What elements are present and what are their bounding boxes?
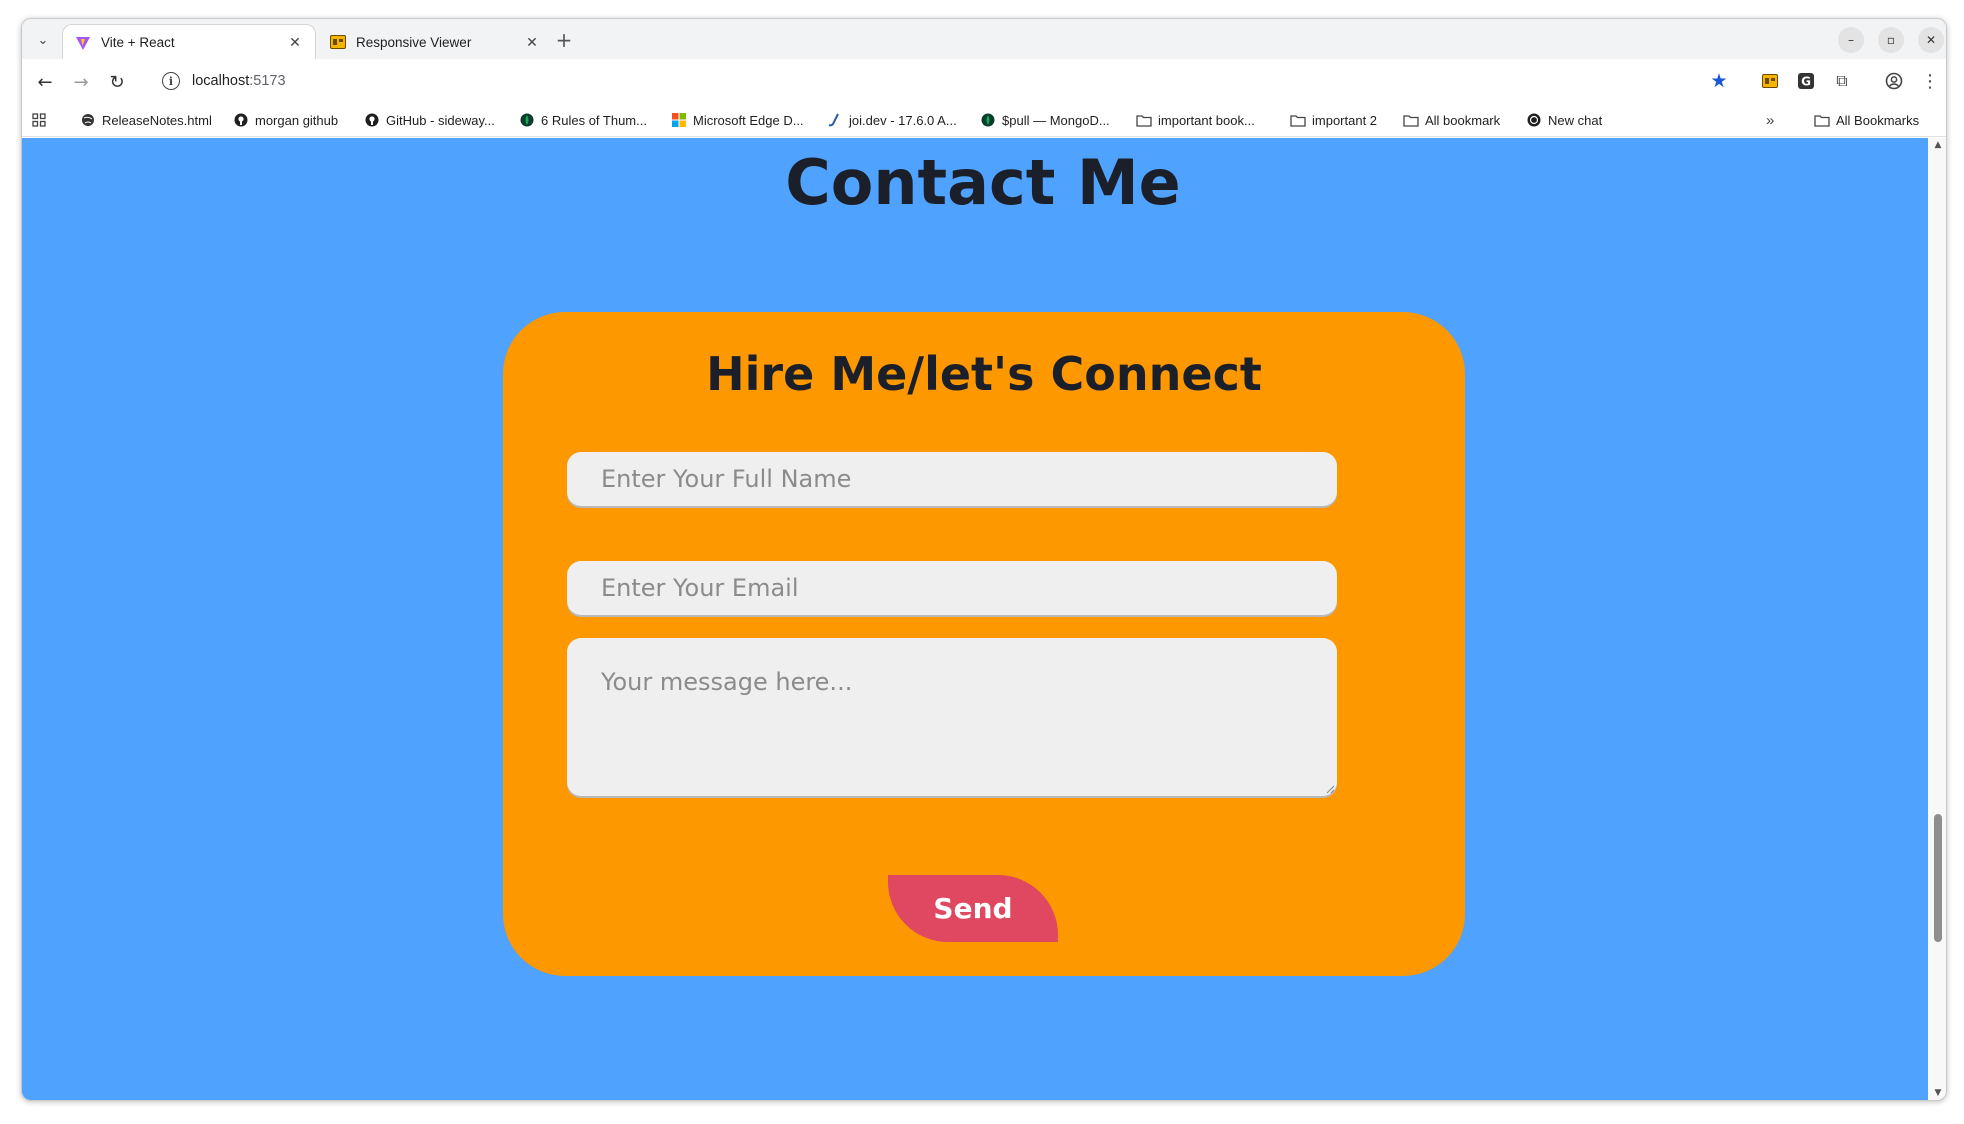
tab-close-icon[interactable]: ✕ <box>287 34 303 51</box>
toolbar: ← → ↻ i localhost:5173 ★ G ⧉ ⋮ <box>22 59 1946 103</box>
more-bookmarks-chevron-icon[interactable]: » <box>1766 110 1774 130</box>
bookmark-folder-important-2[interactable]: important 2 <box>1290 110 1377 130</box>
vite-logo-icon <box>75 35 91 51</box>
folder-icon <box>1136 112 1152 128</box>
tab-responsive-viewer[interactable]: Responsive Viewer ✕ <box>318 24 552 60</box>
menu-kebab-icon[interactable]: ⋮ <box>1918 69 1942 93</box>
folder-icon <box>1814 112 1830 128</box>
email-placeholder: Enter Your Email <box>601 574 799 602</box>
bookmark-label: joi.dev - 17.6.0 A... <box>849 112 957 128</box>
tab-search-chevron-icon[interactable]: ⌄ <box>32 29 54 51</box>
full-name-placeholder: Enter Your Full Name <box>601 465 852 493</box>
message-textarea[interactable]: Your message here... <box>567 638 1337 796</box>
reload-icon[interactable]: ↻ <box>104 69 130 95</box>
address-bar[interactable]: i localhost:5173 <box>148 64 1748 98</box>
bookmark-pull-mongodb[interactable]: $pull — MongoD... <box>980 110 1110 130</box>
folder-icon <box>1403 112 1419 128</box>
contact-card: Hire Me/let's Connect Enter Your Full Na… <box>503 312 1465 976</box>
bookmark-morgan-github[interactable]: morgan github <box>233 110 338 130</box>
joi-icon <box>827 112 843 128</box>
back-arrow-icon[interactable]: ← <box>32 69 58 95</box>
responsive-viewer-icon <box>330 34 346 50</box>
mongodb-leaf-icon <box>980 112 996 128</box>
github-icon <box>364 112 380 128</box>
message-placeholder: Your message here... <box>601 668 853 696</box>
page-title: Contact Me <box>785 146 1181 219</box>
tab-title: Vite + React <box>101 35 175 50</box>
bookmark-label: important 2 <box>1312 112 1378 128</box>
browser-window: ⌄ Vite + React ✕ Responsive Viewer ✕ + –… <box>21 18 1947 1101</box>
tab-strip: ⌄ Vite + React ✕ Responsive Viewer ✕ + –… <box>22 19 1946 60</box>
bookmark-star-icon[interactable]: ★ <box>1707 69 1731 93</box>
site-info-icon[interactable]: i <box>162 72 180 90</box>
tab-close-icon[interactable]: ✕ <box>524 34 540 50</box>
responsive-viewer-extension-icon[interactable] <box>1758 69 1782 93</box>
url-port: :5173 <box>249 73 286 89</box>
bookmark-folder-all-bookmark[interactable]: All bookmark <box>1403 110 1500 130</box>
scrollbar-thumb[interactable] <box>1934 814 1942 942</box>
github-icon <box>233 112 249 128</box>
bookmark-label: $pull — MongoD... <box>1002 112 1110 128</box>
folder-icon <box>1290 112 1306 128</box>
email-input[interactable]: Enter Your Email <box>567 561 1337 615</box>
close-window-icon[interactable]: ✕ <box>1918 27 1944 53</box>
full-name-input[interactable]: Enter Your Full Name <box>567 452 1337 506</box>
card-title: Hire Me/let's Connect <box>706 347 1262 401</box>
bookmark-label: All bookmark <box>1425 112 1501 128</box>
page-viewport: Contact Me Hire Me/let's Connect Enter Y… <box>22 138 1928 1100</box>
new-tab-plus-icon[interactable]: + <box>552 28 576 52</box>
vertical-scrollbar[interactable]: ▲ ▼ <box>1928 138 1946 1100</box>
microsoft-icon <box>671 112 687 128</box>
minimize-icon[interactable]: – <box>1838 27 1864 53</box>
bookmark-label: important book... <box>1158 112 1255 128</box>
all-bookmarks-folder[interactable]: All Bookmarks <box>1814 110 1919 130</box>
bookmark-label: ReleaseNotes.html <box>102 112 212 128</box>
scroll-down-arrow-icon[interactable]: ▼ <box>1933 1088 1943 1098</box>
tab-title: Responsive Viewer <box>356 34 472 50</box>
bookmark-joi-dev[interactable]: joi.dev - 17.6.0 A... <box>827 110 957 130</box>
send-button[interactable]: Send <box>888 875 1058 942</box>
globe-icon <box>80 112 96 128</box>
maximize-icon[interactable]: ▫ <box>1878 27 1904 53</box>
bookmark-label: GitHub - sideway... <box>386 112 495 128</box>
grammarly-extension-icon[interactable]: G <box>1794 69 1818 93</box>
bookmark-release-notes[interactable]: ReleaseNotes.html <box>80 110 212 130</box>
svg-text:G: G <box>1801 75 1811 89</box>
bookmark-folder-important-book[interactable]: important book... <box>1136 110 1255 130</box>
bookmark-new-chat[interactable]: New chat <box>1526 110 1602 130</box>
bookmark-label: 6 Rules of Thum... <box>541 112 647 128</box>
profile-avatar-icon[interactable] <box>1882 69 1906 93</box>
bookmarks-bar: ReleaseNotes.html morgan github GitHub -… <box>22 103 1946 137</box>
tab-vite-react[interactable]: Vite + React ✕ <box>62 24 316 60</box>
resize-handle-icon[interactable] <box>1325 784 1335 794</box>
bookmark-github-sideway[interactable]: GitHub - sideway... <box>364 110 495 130</box>
bookmark-label: All Bookmarks <box>1836 112 1920 128</box>
bookmark-microsoft-edge[interactable]: Microsoft Edge D... <box>671 110 804 130</box>
scroll-up-arrow-icon[interactable]: ▲ <box>1933 140 1943 150</box>
extensions-puzzle-icon[interactable]: ⧉ <box>1830 69 1854 93</box>
bookmark-6-rules[interactable]: 6 Rules of Thum... <box>519 110 647 130</box>
forward-arrow-icon[interactable]: → <box>68 69 94 95</box>
openai-icon <box>1526 112 1542 128</box>
url-host: localhost <box>192 73 250 89</box>
mongodb-leaf-icon <box>519 112 535 128</box>
apps-grid-icon[interactable] <box>32 110 46 130</box>
bookmark-label: morgan github <box>255 112 339 128</box>
bookmark-label: New chat <box>1548 112 1603 128</box>
bookmark-label: Microsoft Edge D... <box>693 112 804 128</box>
